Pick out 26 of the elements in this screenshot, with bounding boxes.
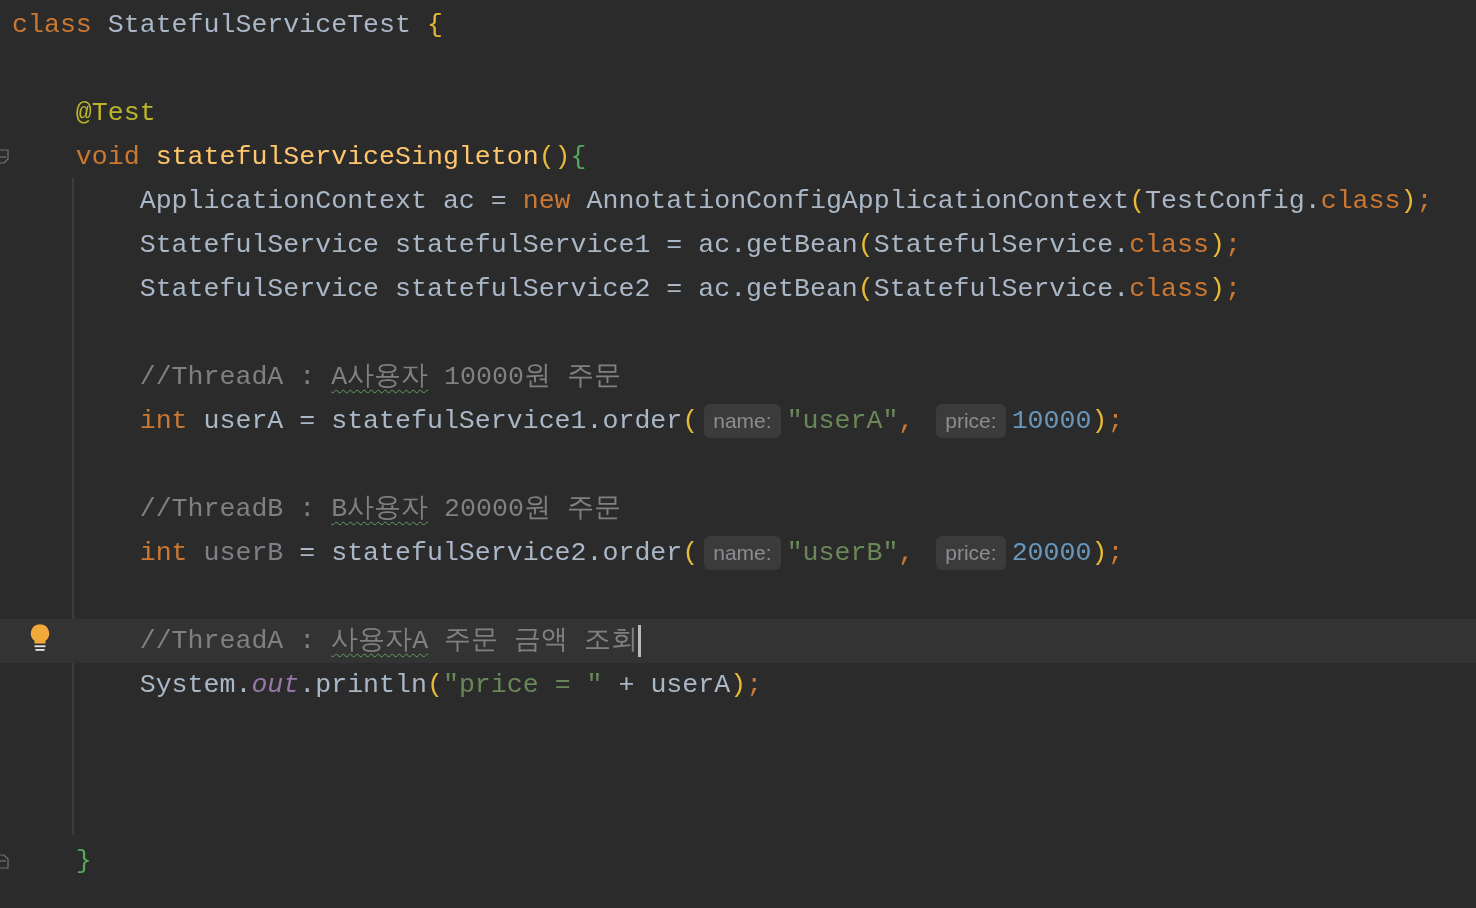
code-text: "userB", <box>786 537 916 570</box>
code-text: //ThreadA : A사용자 10000원 주문 <box>139 361 621 394</box>
fold-icon[interactable] <box>0 853 9 869</box>
code-text: int userB = statefulService2.order( <box>139 537 699 570</box>
code-text: int userA = statefulService1.order( <box>139 405 699 438</box>
code-text: 20000); <box>1011 537 1124 570</box>
parameter-hint: price: <box>936 536 1006 570</box>
code-text: 10000); <box>1011 405 1124 438</box>
code-text: } <box>75 845 92 878</box>
parameter-hint: name: <box>704 404 781 438</box>
code-text: @Test <box>75 97 156 130</box>
code-text: System.out.println("price = " + userA); <box>139 669 763 702</box>
code-text: void statefulServiceSingleton(){ <box>75 141 587 174</box>
code-text: //ThreadA : 사용자A 주문 금액 조회 <box>139 625 639 658</box>
code-text: "userA", <box>786 405 916 438</box>
code-text: //ThreadB : B사용자 20000원 주문 <box>139 493 621 526</box>
parameter-hint: name: <box>704 536 781 570</box>
code-text: StatefulService statefulService2 = ac.getBean(StatefulService.class); <box>139 273 1241 306</box>
code-text: ApplicationContext ac = new AnnotationConfigApplicationContext(TestConfig.class); <box>139 185 1433 218</box>
code-editor[interactable] <box>0 0 1476 908</box>
code-text: StatefulService statefulService1 = ac.getBean(StatefulService.class); <box>139 229 1241 262</box>
fold-icon[interactable] <box>0 149 9 165</box>
code-text: class StatefulServiceTest { <box>12 9 443 42</box>
parameter-hint: price: <box>936 404 1006 438</box>
text-cursor <box>638 625 642 657</box>
lightbulb-icon[interactable] <box>29 623 51 653</box>
